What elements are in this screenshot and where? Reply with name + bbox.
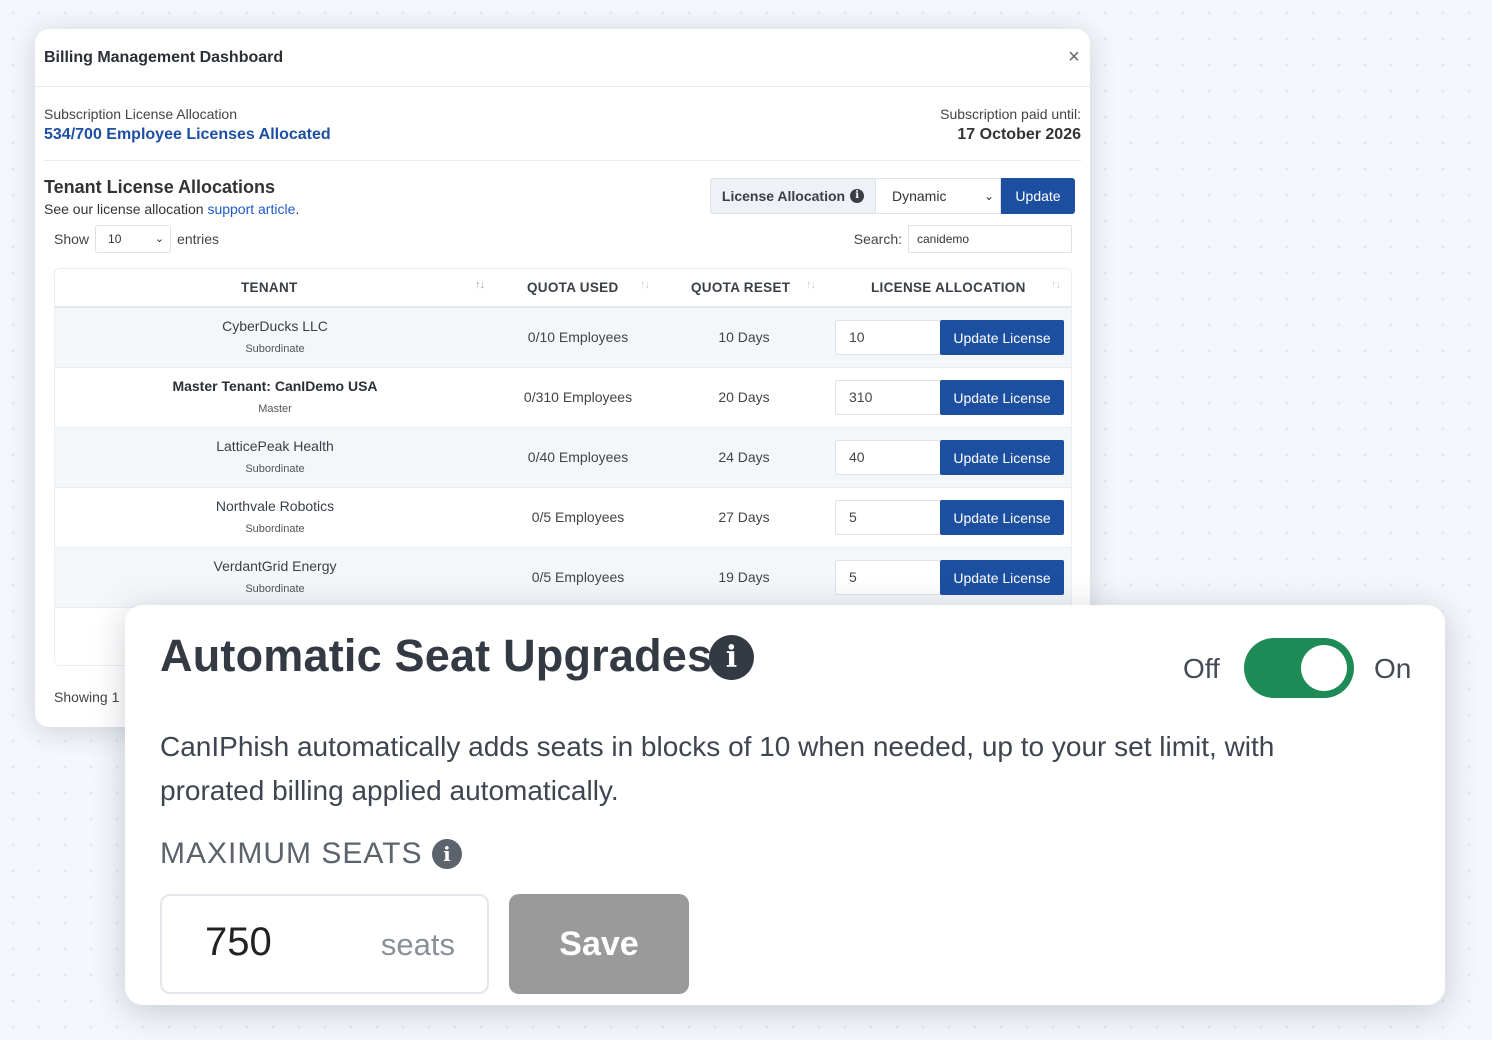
license-allocation-control: License Allocation i Dynamic ⌄ Update (710, 178, 1075, 214)
show-label: Show (54, 231, 90, 247)
quota-reset: 20 Days (718, 389, 770, 405)
toggle-on-label: On (1374, 653, 1412, 684)
license-allocation-label: License Allocation i (710, 178, 875, 214)
license-allocation-select[interactable]: Dynamic ⌄ (875, 178, 1001, 214)
search-label: Search: (853, 231, 902, 247)
tenant-name: LatticePeak Health (216, 438, 334, 454)
seats-unit-label: seats (380, 927, 455, 962)
modal-header: Billing Management Dashboard × (35, 29, 1090, 87)
table-row: LatticePeak Health Subordinate 0/40 Empl… (55, 428, 1071, 488)
update-license-button[interactable]: Update License (940, 380, 1064, 415)
allocation-mode-value: Dynamic (892, 188, 947, 204)
modal-title: Billing Management Dashboard (44, 49, 284, 66)
seat-upgrades-card: Automatic Seat Upgrades i Off On CanIPhi… (125, 605, 1445, 1005)
chevron-down-icon: ⌄ (154, 233, 165, 245)
license-allocation-input[interactable]: 5 (835, 560, 941, 595)
quota-used: 0/10 Employees (527, 329, 629, 345)
update-license-button[interactable]: Update License (940, 560, 1064, 595)
paid-until-label: Subscription paid until: (940, 106, 1081, 122)
table-row: CyberDucks LLC Subordinate 0/10 Employee… (55, 308, 1071, 368)
header-tenant[interactable]: TENANT (241, 269, 298, 306)
license-allocation-input[interactable]: 10 (835, 320, 941, 355)
sort-icon[interactable]: ↑↓ (806, 279, 816, 291)
tenant-name: CyberDucks LLC (222, 318, 328, 334)
maximum-seats-label-text: MAXIMUM SEATS (160, 837, 423, 870)
header-quota-reset[interactable]: QUOTA RESET (691, 269, 790, 306)
subscription-summary: Subscription License Allocation 534/700 … (44, 106, 1081, 161)
section-title: Tenant License Allocations (44, 177, 276, 197)
tenant-role: Subordinate (245, 583, 305, 595)
quota-used: 0/310 Employees (523, 389, 633, 405)
search-input[interactable]: canidemo (908, 225, 1072, 253)
section-subtitle-suffix: . (295, 201, 300, 217)
seat-upgrades-description: CanIPhish automatically adds seats in bl… (160, 731, 1275, 806)
maximum-seats-value: 750 (205, 920, 272, 964)
info-icon[interactable]: i (432, 839, 463, 869)
update-allocation-button[interactable]: Update (1001, 178, 1075, 214)
section-subtitle-text: See our license allocation (44, 201, 208, 217)
table-info-text: Showing 1 (54, 689, 120, 705)
seat-upgrades-title: Automatic Seat Upgrades (160, 630, 713, 681)
tenant-role: Subordinate (245, 343, 305, 355)
header-quota-used[interactable]: QUOTA USED (527, 269, 619, 306)
maximum-seats-label: MAXIMUM SEATS i (160, 837, 463, 871)
tenant-name: Northvale Robotics (215, 498, 335, 514)
toggle-off-label: Off (1183, 653, 1220, 684)
table-row: VerdantGrid Energy Subordinate 0/5 Emplo… (55, 548, 1071, 608)
table-row: Northvale Robotics Subordinate 0/5 Emplo… (55, 488, 1071, 548)
page-length-control: Show 10 ⌄ entries (54, 225, 219, 253)
info-icon[interactable]: i (709, 635, 754, 680)
paid-until-value: 17 October 2026 (957, 126, 1081, 143)
tenant-role: Subordinate (245, 523, 305, 535)
table-row: Master Tenant: CanIDemo USA Master 0/310… (55, 368, 1071, 428)
quota-reset: 27 Days (718, 509, 770, 525)
sort-icon[interactable]: ↑↓ (1051, 279, 1061, 291)
table-header: TENANT ↑↓ QUOTA USED ↑↓ QUOTA RESET ↑↓ L… (55, 269, 1071, 308)
sort-icon[interactable]: ↑↓ (640, 279, 650, 291)
license-summary-value: 534/700 Employee Licenses Allocated (44, 126, 331, 143)
save-button[interactable]: Save (509, 894, 689, 994)
quota-used: 0/40 Employees (527, 449, 629, 465)
maximum-seats-input[interactable]: 750 seats (160, 894, 489, 994)
page-length-select[interactable]: 10 ⌄ (95, 225, 172, 253)
license-allocation-input[interactable]: 310 (835, 380, 941, 415)
toggle-knob (1301, 645, 1347, 691)
tenant-role: Master (258, 403, 292, 415)
chevron-down-icon: ⌄ (983, 189, 994, 203)
quota-used: 0/5 Employees (531, 569, 625, 585)
quota-reset: 19 Days (718, 569, 770, 585)
tenant-role: Subordinate (245, 463, 305, 475)
quota-used: 0/5 Employees (531, 509, 625, 525)
quota-reset: 24 Days (718, 449, 770, 465)
support-article-link[interactable]: support article (207, 201, 295, 217)
license-summary-label: Subscription License Allocation (44, 106, 238, 122)
license-allocation-label-text: License Allocation (721, 188, 846, 204)
license-allocation-input[interactable]: 5 (835, 500, 941, 535)
info-icon[interactable]: i (850, 189, 865, 203)
license-allocation-input[interactable]: 40 (835, 440, 941, 475)
quota-reset: 10 Days (718, 329, 770, 345)
sort-icon[interactable]: ↑↓ (475, 279, 485, 291)
update-license-button[interactable]: Update License (940, 320, 1064, 355)
search-control: Search: canidemo (854, 225, 1072, 253)
header-license-allocation[interactable]: LICENSE ALLOCATION (871, 269, 1026, 306)
page-length-value: 10 (108, 232, 122, 246)
tenant-name: Master Tenant: CanIDemo USA (172, 378, 378, 394)
update-license-button[interactable]: Update License (940, 440, 1064, 475)
close-icon[interactable]: × (1067, 47, 1081, 67)
tenant-name: VerdantGrid Energy (213, 558, 337, 574)
section-subtitle: See our license allocation support artic… (44, 201, 299, 217)
auto-upgrade-toggle[interactable] (1244, 638, 1354, 698)
update-license-button[interactable]: Update License (940, 500, 1064, 535)
entries-label: entries (177, 231, 220, 247)
